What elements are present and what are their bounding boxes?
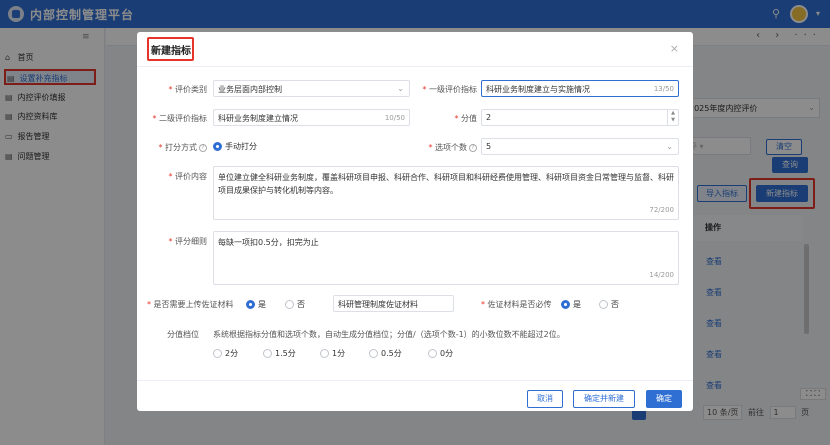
radio-unchecked-icon — [599, 300, 608, 309]
need-upload-yes-radio[interactable]: 是 — [246, 299, 266, 310]
scoring-method-label: * 打分方式? — [143, 142, 207, 153]
divider — [137, 380, 693, 381]
level1-label: * 一级评价指标 — [422, 85, 477, 94]
level2-input[interactable]: 科研业务制度建立情况 10/50 — [213, 109, 410, 126]
score-label: * 分值 — [454, 114, 477, 123]
eval-detail-label: * 评分细则 — [168, 237, 207, 246]
dialog-title: 新建指标 — [151, 46, 191, 57]
radio-unchecked-icon — [369, 349, 378, 358]
chevron-down-icon: ⌄ — [666, 142, 673, 151]
score-level-option[interactable]: 2分 — [213, 348, 238, 359]
option-count-select[interactable]: 5 ⌄ — [481, 138, 679, 155]
score-levels-hint: 系统根据指标分值和选项个数，自动生成分值档位；分值/（选项个数-1）的小数位数不… — [213, 330, 565, 339]
material-name-input[interactable]: 科研管理制度佐证材料 — [333, 295, 454, 312]
new-indicator-dialog: 新建指标 × * 评价类别 业务层面内部控制 ⌄ * 一级评价指标 科研业务制度建… — [137, 32, 693, 411]
radio-unchecked-icon — [428, 349, 437, 358]
radio-checked-icon — [213, 142, 222, 151]
char-counter: 72/200 — [649, 206, 674, 214]
char-counter: 13/50 — [653, 85, 674, 93]
required-label: * 佐证材料是否必传 — [481, 300, 552, 309]
required-yes-radio[interactable]: 是 — [561, 299, 581, 310]
score-value: 2 — [486, 113, 492, 122]
confirm-and-new-button[interactable]: 确定并新建 — [573, 390, 635, 408]
radio-label: 2分 — [225, 349, 239, 358]
eval-content-value: 单位建立健全科研业务制度，覆盖科研项目申报、科研合作、科研项目和科研经费使用管理… — [218, 173, 674, 195]
confirm-button[interactable]: 确定 — [646, 390, 682, 408]
eval-detail-value: 每缺一项扣0.5分，扣完为止 — [218, 238, 319, 247]
help-icon: ? — [469, 143, 477, 152]
required-no-radio[interactable]: 否 — [599, 299, 619, 310]
cancel-button[interactable]: 取消 — [527, 390, 563, 408]
radio-label: 是 — [258, 300, 266, 309]
score-level-option[interactable]: 0分 — [428, 348, 453, 359]
eval-content-label: * 评价内容 — [168, 172, 207, 181]
option-count-value: 5 — [486, 142, 492, 151]
need-upload-label: * 是否需要上传佐证材料 — [147, 300, 234, 309]
score-level-option[interactable]: 1.5分 — [263, 348, 296, 359]
radio-label: 1分 — [332, 349, 346, 358]
radio-unchecked-icon — [320, 349, 329, 358]
radio-label: 否 — [611, 300, 619, 309]
close-icon[interactable]: × — [670, 42, 679, 55]
radio-label: 手动打分 — [225, 142, 257, 151]
radio-checked-icon — [246, 300, 255, 309]
radio-label: 1.5分 — [275, 349, 296, 358]
level1-input[interactable]: 科研业务制度建立与实施情况 13/50 — [481, 80, 679, 97]
score-level-option[interactable]: 1分 — [320, 348, 345, 359]
eval-category-label: * 评价类别 — [168, 85, 207, 94]
score-input[interactable]: 2 ▲ ▼ — [481, 109, 679, 126]
level2-value: 科研业务制度建立情况 — [218, 114, 298, 123]
eval-category-value: 业务层面内部控制 — [218, 85, 282, 94]
help-icon: ? — [199, 143, 207, 152]
divider — [137, 66, 693, 67]
score-levels-label: 分值档位 — [167, 330, 199, 339]
need-upload-no-radio[interactable]: 否 — [285, 299, 305, 310]
char-counter: 14/200 — [649, 271, 674, 279]
radio-label: 是 — [573, 300, 581, 309]
radio-unchecked-icon — [213, 349, 222, 358]
option-count-label: * 选项个数? — [413, 142, 477, 153]
eval-detail-textarea[interactable]: 每缺一项扣0.5分，扣完为止 14/200 — [213, 231, 679, 285]
radio-unchecked-icon — [285, 300, 294, 309]
score-stepper[interactable]: ▲ ▼ — [667, 110, 678, 125]
radio-label: 0.5分 — [381, 349, 402, 358]
radio-checked-icon — [561, 300, 570, 309]
radio-label: 0分 — [440, 349, 454, 358]
radio-unchecked-icon — [263, 349, 272, 358]
level2-label: * 二级评价指标 — [152, 114, 207, 123]
eval-content-textarea[interactable]: 单位建立健全科研业务制度，覆盖科研项目申报、科研合作、科研项目和科研经费使用管理… — [213, 166, 679, 220]
score-level-option[interactable]: 0.5分 — [369, 348, 402, 359]
eval-category-select[interactable]: 业务层面内部控制 ⌄ — [213, 80, 410, 97]
chevron-down-icon: ⌄ — [397, 84, 404, 93]
scoring-manual-radio[interactable]: 手动打分 — [213, 141, 257, 152]
level1-value: 科研业务制度建立与实施情况 — [486, 85, 590, 94]
char-counter: 10/50 — [384, 114, 405, 122]
radio-label: 否 — [297, 300, 305, 309]
